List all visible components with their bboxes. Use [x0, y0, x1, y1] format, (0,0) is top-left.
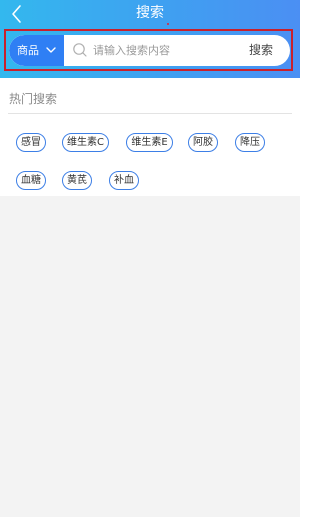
hot-tag[interactable]: 血糖 [16, 171, 46, 190]
hot-tag[interactable]: 补血 [109, 171, 139, 190]
hot-tag[interactable]: 黄芪 [62, 171, 92, 190]
search-highlight-frame [4, 29, 293, 71]
hot-tag[interactable]: 维生素E [126, 133, 173, 152]
empty-content-area [0, 196, 300, 517]
hot-tag[interactable]: 感冒 [16, 133, 46, 152]
cursor-dot [167, 23, 169, 25]
page-title: 搜索 [136, 5, 164, 21]
hot-search-title: 热门搜索 [9, 92, 58, 106]
hot-tag[interactable]: 降压 [235, 133, 265, 152]
divider [8, 113, 292, 114]
hot-tag[interactable]: 维生素C [62, 133, 109, 152]
hot-tag[interactable]: 阿胶 [188, 133, 218, 152]
